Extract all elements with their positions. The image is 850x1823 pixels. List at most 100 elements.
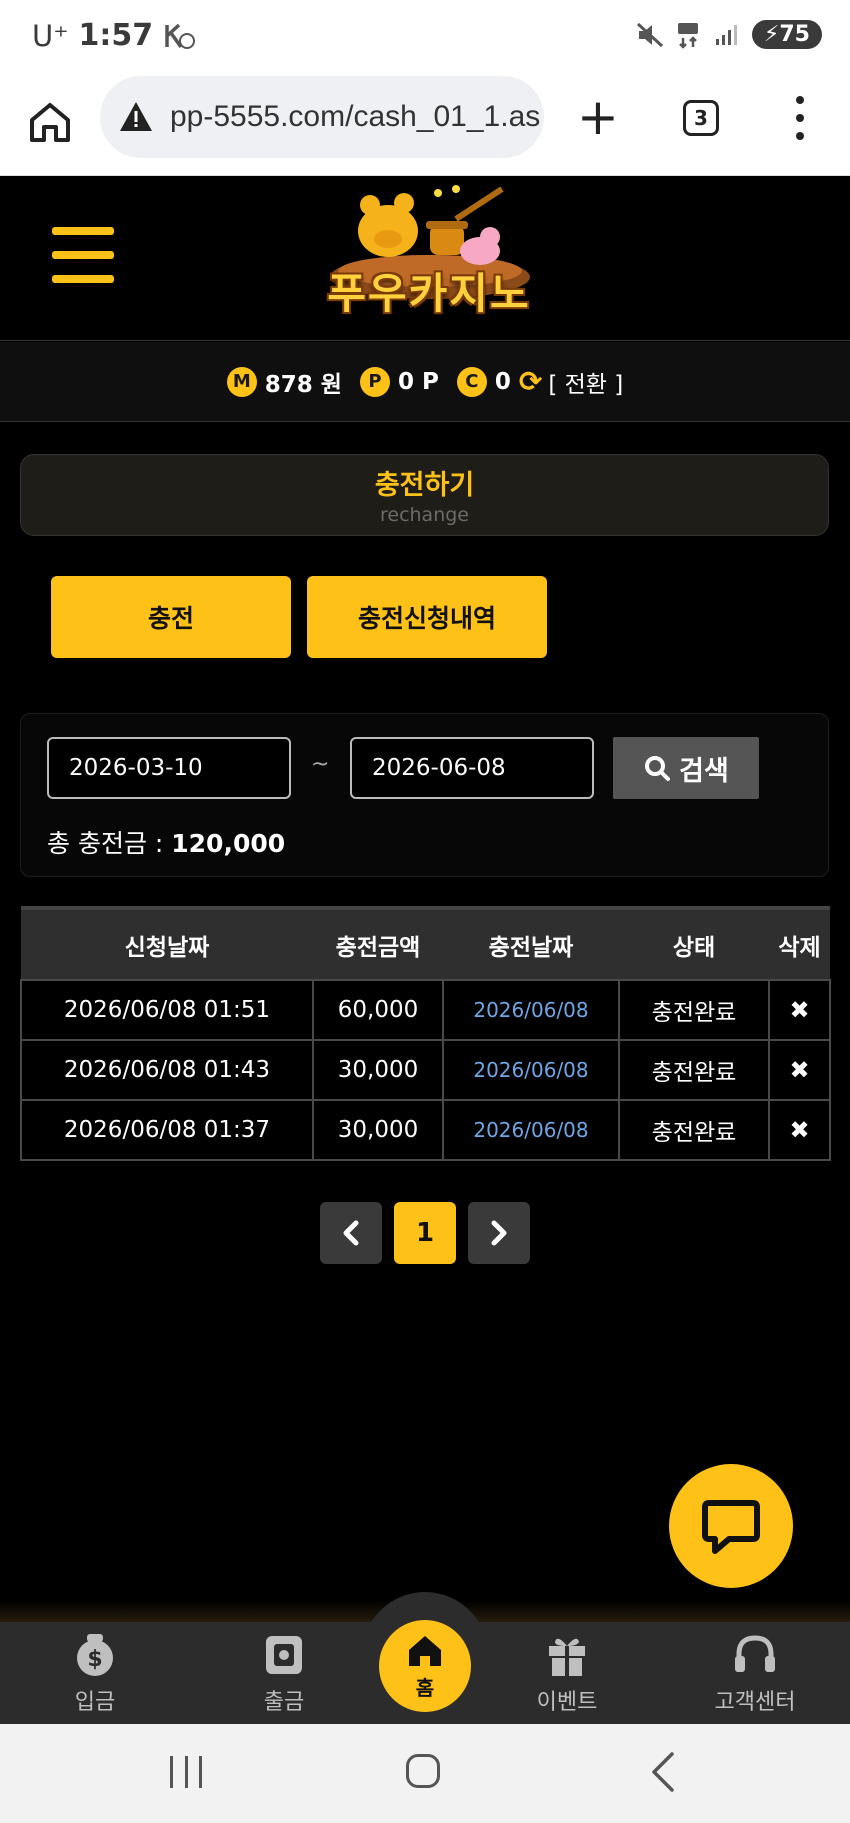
table-header-row: 신청날짜 충전금액 충전날짜 상태 삭제: [21, 906, 830, 980]
total-charge-label: 총 충전금 :: [47, 829, 172, 858]
close-icon[interactable]: ✖: [768, 979, 831, 1041]
home-icon: [409, 1636, 441, 1666]
dollar-bag-icon: $: [77, 1634, 113, 1676]
notification-icon: [165, 23, 196, 49]
point-balance: P 0 P: [359, 366, 439, 397]
recent-icon-bar: [170, 1756, 173, 1788]
system-navigation-bar: [0, 1724, 850, 1823]
switch-button[interactable]: [ 전환 ]: [548, 365, 623, 399]
nav-event-label: 이벤트: [536, 1690, 598, 1715]
menu-button[interactable]: [52, 227, 114, 283]
new-tab-button[interactable]: +: [576, 92, 620, 142]
coupon-balance: C0 ⟳ [ 전환 ]: [456, 365, 623, 399]
tabs-button[interactable]: 3: [683, 100, 719, 136]
home-icon: [30, 103, 70, 142]
address-bar[interactable]: pp-5555.com/cash_01_1.as: [100, 76, 544, 158]
tab-count: 3: [694, 106, 708, 130]
browser-home-button[interactable]: [26, 98, 74, 146]
close-icon[interactable]: ✖: [768, 1099, 831, 1161]
amount-cell: 60,000: [312, 979, 444, 1041]
network-5g-icon: [677, 22, 698, 49]
battery-icon: ⚡: [763, 22, 780, 47]
menu-icon-bar: [52, 275, 114, 283]
table-row: 2026/06/08 01:37 30,000 2026/06/08 충전완료 …: [20, 1099, 831, 1161]
nav-support[interactable]: 고객센터: [695, 1630, 815, 1716]
search-button-label: 검색: [679, 755, 729, 787]
charge-history-table: 신청날짜 충전금액 충전날짜 상태 삭제 2026/06/08 01:51 60…: [20, 906, 831, 1161]
request-date-cell: 2026/06/08 01:37: [20, 1099, 314, 1161]
date-to-input[interactable]: 2026-06-08: [350, 737, 594, 799]
request-date-cell: 2026/06/08 01:43: [20, 1039, 314, 1101]
charge-date-cell: 2026/06/08: [442, 979, 620, 1041]
status-right: ⚡75: [636, 20, 822, 49]
more-icon-dot: [796, 132, 804, 140]
warning-icon: [120, 102, 152, 131]
nav-support-label: 고객센터: [714, 1690, 796, 1715]
browser-toolbar: pp-5555.com/cash_01_1.as + 3: [0, 76, 850, 176]
tab-charge-button[interactable]: 충전: [51, 576, 291, 658]
status-cell: 충전완료: [618, 1099, 770, 1161]
previous-page-button[interactable]: [320, 1202, 382, 1264]
close-icon[interactable]: ✖: [768, 1039, 831, 1101]
safe-icon: [266, 1636, 302, 1674]
column-header: 충전금액: [313, 906, 443, 980]
recent-apps-button[interactable]: [170, 1756, 202, 1788]
battery-level: 75: [779, 22, 810, 47]
amount-cell: 30,000: [312, 1039, 444, 1101]
more-icon-dot: [796, 96, 804, 104]
total-charge: 총 충전금 : 120,000: [47, 824, 285, 860]
point-value: 0 P: [397, 368, 439, 395]
more-menu-button[interactable]: [790, 96, 810, 140]
column-header: 충전날짜: [443, 906, 619, 980]
battery-indicator: ⚡75: [751, 20, 822, 49]
page-number-button[interactable]: 1: [394, 1202, 456, 1264]
chat-icon: [702, 1500, 760, 1554]
refresh-icon[interactable]: ⟳: [519, 365, 542, 398]
page-title: 충전하기: [374, 470, 475, 501]
search-panel: 2026-03-10 ~ 2026-06-08 검색 총 충전금 : 120,0…: [20, 713, 829, 877]
gift-icon: [549, 1638, 585, 1676]
site-logo[interactable]: 푸우카지노: [306, 179, 552, 329]
chevron-left-icon: [343, 1220, 359, 1246]
coupon-value: 0: [494, 368, 511, 395]
chat-button[interactable]: [669, 1464, 793, 1588]
recent-icon-bar: [184, 1756, 188, 1788]
amount-cell: 30,000: [312, 1099, 444, 1161]
search-icon: [645, 756, 671, 781]
status-left: U⁺ 1:57: [32, 18, 197, 53]
table-row: 2026/06/08 01:51 60,000 2026/06/08 충전완료 …: [20, 979, 831, 1041]
next-page-button[interactable]: [468, 1202, 530, 1264]
status-cell: 충전완료: [618, 1039, 770, 1101]
date-from-input[interactable]: 2026-03-10: [47, 737, 291, 799]
coupon-coin-icon: C: [456, 366, 487, 397]
nav-home[interactable]: 홈: [379, 1620, 471, 1712]
column-header: 신청날짜: [21, 906, 313, 980]
page-subtitle: rechange: [379, 504, 469, 526]
nav-deposit[interactable]: $ 입금: [35, 1630, 155, 1716]
request-date-cell: 2026/06/08 01:51: [20, 979, 314, 1041]
nav-event[interactable]: 이벤트: [507, 1630, 627, 1716]
mute-icon: [636, 22, 663, 47]
clock: 1:57: [78, 18, 154, 53]
nav-deposit-label: 입금: [74, 1690, 116, 1715]
tab-charge-history-button[interactable]: 충전신청내역: [307, 576, 547, 658]
search-button[interactable]: 검색: [613, 737, 759, 799]
nav-withdraw[interactable]: 출금: [224, 1630, 344, 1716]
balance-bar: M 878 원 P 0 P C0 ⟳ [ 전환 ]: [0, 342, 850, 422]
signal-icon: [715, 24, 737, 45]
logo-text: 푸우카지노: [327, 269, 531, 318]
nav-home-label: 홈: [415, 1676, 435, 1700]
status-cell: 충전완료: [618, 979, 770, 1041]
total-charge-value: 120,000: [171, 829, 286, 858]
system-home-button[interactable]: [406, 1754, 440, 1788]
plus-icon: +: [577, 88, 619, 146]
point-coin-icon: P: [359, 366, 390, 397]
charge-date-cell: 2026/06/08: [442, 1099, 620, 1161]
table-row: 2026/06/08 01:43 30,000 2026/06/08 충전완료 …: [20, 1039, 831, 1101]
svg-text:$: $: [87, 1647, 102, 1672]
back-icon[interactable]: [648, 1750, 678, 1794]
more-icon-dot: [796, 114, 804, 122]
nav-withdraw-label: 출금: [263, 1690, 305, 1715]
chevron-right-icon: [491, 1220, 507, 1246]
menu-icon-bar: [52, 227, 114, 235]
